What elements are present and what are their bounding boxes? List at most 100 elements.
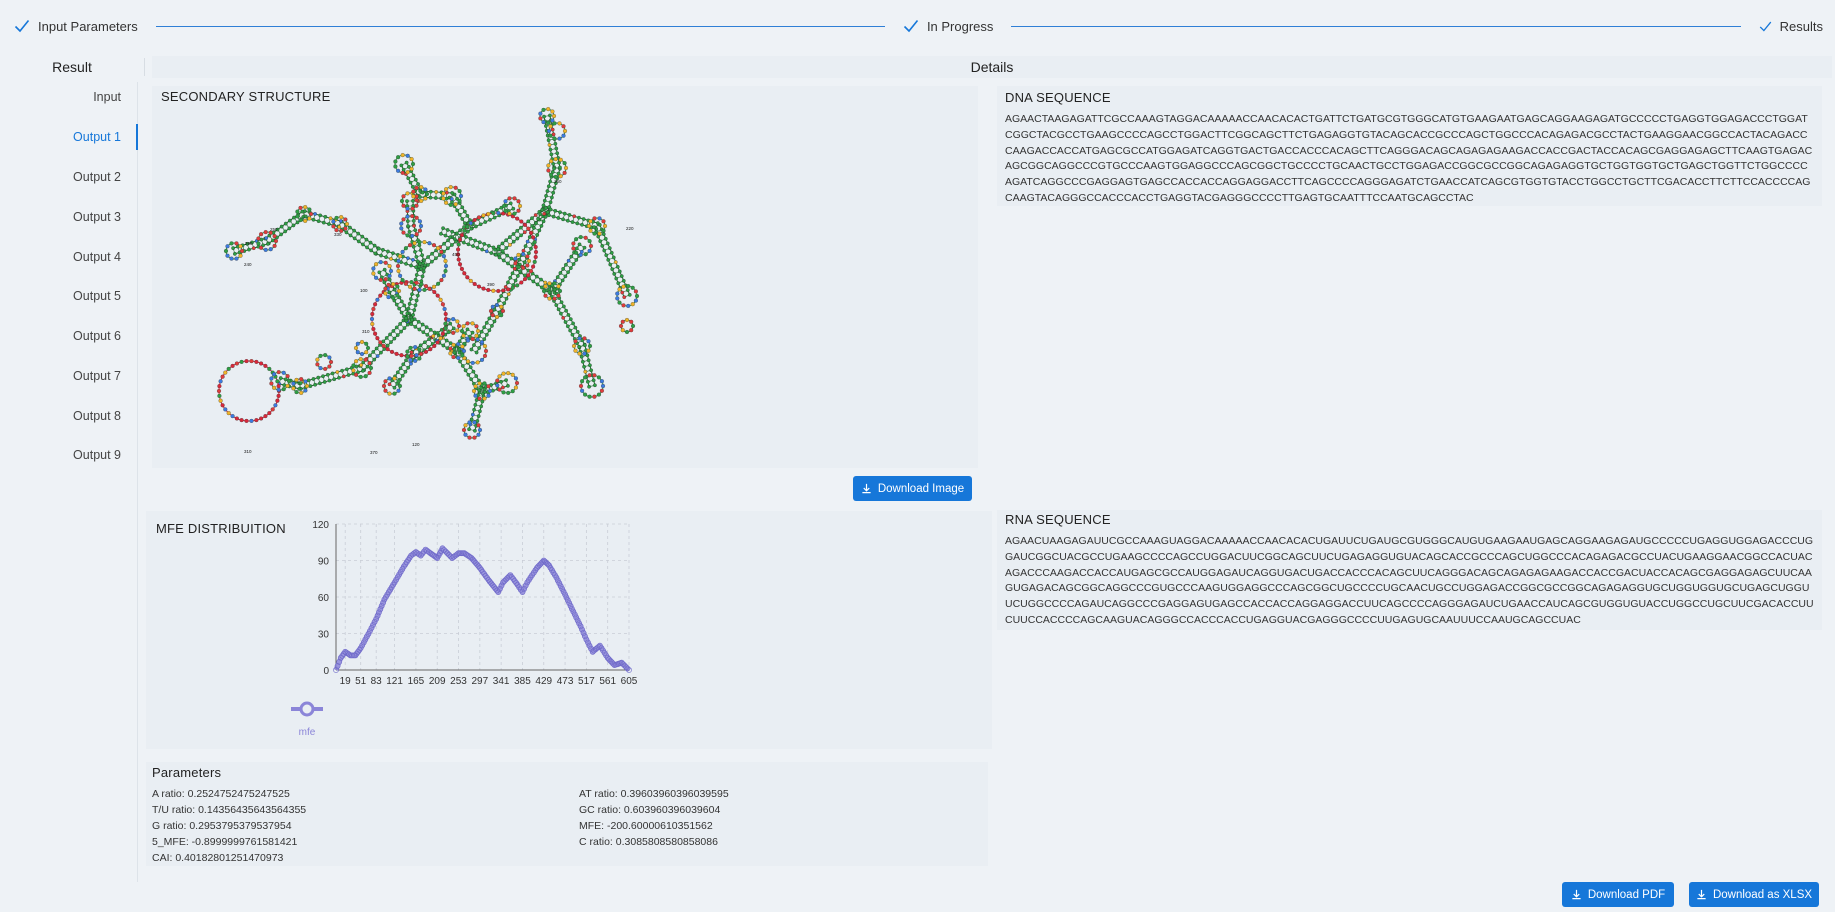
nucleotide (234, 361, 239, 366)
nucleotide (574, 258, 579, 262)
nucleotide (453, 185, 458, 190)
nucleotide (371, 271, 376, 276)
nucleotide (484, 320, 489, 325)
nucleotide (519, 219, 524, 224)
nucleotide (407, 229, 412, 234)
nucleotide (621, 278, 626, 283)
nucleotide (597, 231, 602, 236)
nucleotide (513, 256, 518, 261)
nucleotide (384, 336, 389, 340)
nucleotide (469, 347, 474, 352)
nucleotide (473, 384, 478, 389)
nucleotide (451, 330, 456, 335)
nucleotide (465, 275, 470, 280)
nucleotide (295, 214, 300, 219)
nucleotide (410, 292, 414, 297)
step-input-parameters[interactable]: Input Parameters (14, 18, 138, 34)
nucleotide (492, 215, 497, 220)
nucleotide (385, 347, 390, 352)
nucleotide (372, 357, 377, 362)
nucleotide (328, 359, 334, 365)
nucleotide (459, 233, 464, 238)
nucleotide (365, 364, 370, 369)
param-cai: CAI: 0.40182801251470973 (152, 852, 284, 864)
step-in-progress[interactable]: In Progress (903, 18, 993, 34)
nucleotide (399, 329, 403, 334)
nucleotide (392, 391, 397, 396)
nucleotide (323, 214, 328, 219)
nucleotide (615, 296, 620, 301)
nucleotide (555, 275, 560, 279)
step-results[interactable]: Results (1759, 19, 1823, 34)
rna-sequence-panel: RNA SEQUENCE AGAACUAAGAGAUUCGCCAAAGUAGGA… (997, 510, 1822, 630)
nucleotide (482, 325, 487, 330)
nucleotide (588, 243, 594, 249)
step-label: Results (1779, 18, 1823, 34)
nucleotide (546, 163, 551, 168)
nucleotide (472, 407, 476, 412)
nucleotide (413, 324, 418, 329)
nucleotide (467, 427, 471, 432)
nucleotide (413, 249, 417, 254)
nucleotide (454, 231, 459, 236)
nucleotide (622, 295, 627, 300)
nav-item-output-4[interactable]: Output 4 (73, 250, 121, 264)
nucleotide (538, 111, 543, 116)
nav-item-input[interactable]: Input (93, 90, 121, 104)
nucleotide (395, 333, 400, 337)
nucleotide (387, 376, 392, 381)
nucleotide (531, 279, 536, 284)
download-pdf-button[interactable]: Download PDF (1562, 882, 1674, 907)
nucleotide (463, 221, 467, 226)
nav-item-output-5[interactable]: Output 5 (73, 289, 121, 303)
nucleotide (624, 317, 630, 323)
x-tick-label: 253 (450, 676, 467, 687)
x-tick-label: 429 (535, 676, 552, 687)
nucleotide (402, 303, 407, 308)
nucleotide (533, 213, 538, 217)
nucleotide (509, 256, 514, 261)
nucleotide (482, 344, 488, 349)
nav-item-output-1[interactable]: Output 1 (73, 130, 121, 144)
nav-item-output-7[interactable]: Output 7 (73, 369, 121, 383)
nav-item-output-9[interactable]: Output 9 (73, 448, 121, 462)
nucleotide (567, 213, 572, 217)
nucleotide (586, 358, 591, 363)
nucleotide (504, 238, 508, 243)
legend-label: mfe (299, 727, 316, 738)
nucleotide (422, 266, 426, 271)
download-image-button[interactable]: Download Image (853, 476, 972, 501)
nucleotide (303, 214, 308, 219)
nucleotide (466, 372, 471, 377)
nucleotide (481, 213, 486, 218)
nucleotide (461, 427, 467, 433)
nucleotide (517, 203, 523, 209)
position-label: 250 (270, 227, 278, 232)
nucleotide (468, 221, 473, 226)
nucleotide (440, 331, 445, 336)
nucleotide (441, 343, 446, 348)
nucleotide (543, 206, 548, 210)
nucleotide (322, 380, 327, 384)
nucleotide (435, 331, 440, 335)
nucleotide (434, 190, 439, 194)
position-label: 120 (412, 442, 420, 447)
nav-item-output-6[interactable]: Output 6 (73, 329, 121, 343)
nucleotide (420, 190, 425, 195)
nucleotide (457, 237, 463, 242)
nucleotide (338, 219, 343, 223)
nucleotide (522, 277, 528, 282)
nucleotide (468, 278, 473, 283)
nav-item-output-2[interactable]: Output 2 (73, 170, 121, 184)
nucleotide (515, 216, 520, 221)
nucleotide (356, 231, 361, 236)
nav-item-output-3[interactable]: Output 3 (73, 210, 121, 224)
nucleotide (411, 189, 416, 194)
nav-item-output-8[interactable]: Output 8 (73, 409, 121, 423)
step-label: Input Parameters (38, 18, 138, 34)
download-xlsx-button[interactable]: Download as XLSX (1689, 882, 1819, 907)
nucleotide (396, 168, 401, 173)
nucleotide (552, 121, 557, 126)
nucleotide (470, 360, 475, 365)
nucleotide (597, 222, 602, 227)
